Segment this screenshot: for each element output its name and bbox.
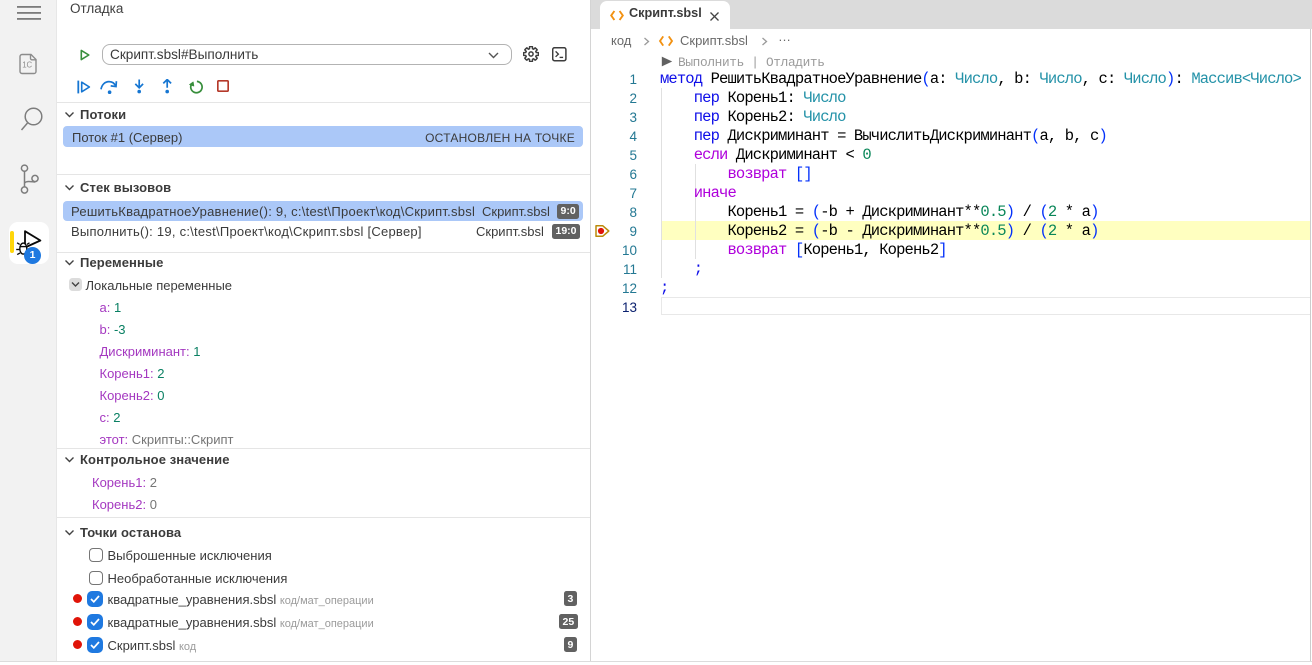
svg-text:1С: 1С	[22, 61, 32, 70]
